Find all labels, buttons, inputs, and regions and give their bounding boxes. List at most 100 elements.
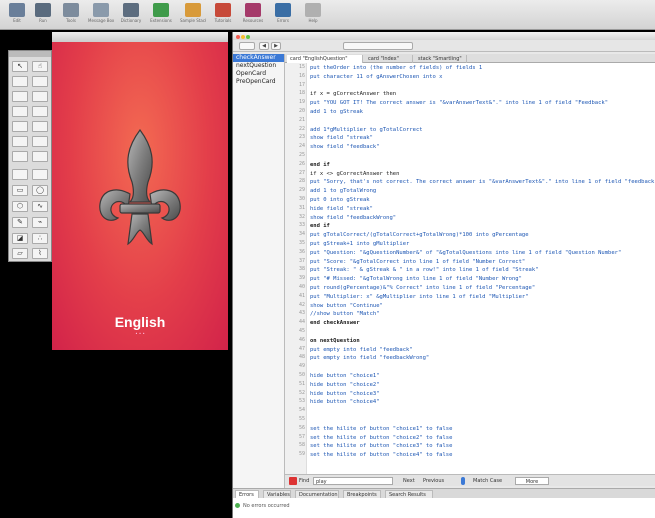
code-line[interactable]: add 1*gMultiplier to gTotalCorrect bbox=[310, 126, 423, 134]
code-line[interactable]: put empty into field "feedback" bbox=[310, 346, 413, 354]
checkbox-tool-icon[interactable] bbox=[32, 76, 48, 87]
code-area[interactable]: 15 16 17 18 19 20 21 22 23 24 25 26 27 28 29 30 31 32 33 34… bbox=[285, 63, 655, 474]
code-line[interactable]: on nextQuestion bbox=[310, 337, 360, 345]
code-line[interactable]: end if bbox=[310, 222, 330, 230]
code-line[interactable]: show field "feedback" bbox=[310, 143, 380, 151]
script-tab[interactable]: card "EnglishQuestion" bbox=[287, 55, 363, 63]
more-dropdown[interactable]: More bbox=[515, 477, 549, 485]
code-line[interactable]: put "YOU GOT IT! The correct answer is "… bbox=[310, 99, 608, 107]
handler-item[interactable]: PreOpenCard bbox=[233, 78, 284, 86]
code-line[interactable]: put gTotalCorrect/(gTotalCorrect+gTotalW… bbox=[310, 231, 529, 239]
code-line[interactable]: put round(gPercentage)&"% Correct" into … bbox=[310, 284, 535, 292]
minimize-window-icon[interactable] bbox=[241, 35, 245, 39]
graphic-tool-icon[interactable] bbox=[12, 169, 28, 180]
line-tool-icon[interactable] bbox=[32, 169, 48, 180]
code-line[interactable]: //show button "Match" bbox=[310, 310, 380, 318]
toolbar-button-message-box[interactable]: Message Box bbox=[88, 3, 114, 27]
run-tool-icon[interactable]: ☝ bbox=[32, 61, 48, 72]
field-tool-icon[interactable] bbox=[12, 91, 28, 102]
bottom-tab[interactable]: Documentation bbox=[295, 490, 339, 498]
code-line[interactable]: set the hilite of button "choice2" to fa… bbox=[310, 434, 452, 442]
match-case-checkbox[interactable]: Match Case bbox=[473, 477, 502, 485]
progress-tool-icon[interactable] bbox=[32, 136, 48, 147]
toolbar-button-tools[interactable]: Tools bbox=[58, 3, 84, 27]
handler-item[interactable]: nextQuestion bbox=[233, 62, 284, 70]
code-line[interactable]: set the hilite of button "choice1" to fa… bbox=[310, 425, 452, 433]
code-line[interactable]: put 0 into gStreak bbox=[310, 196, 370, 204]
code-line[interactable]: add 1 to gStreak bbox=[310, 108, 363, 116]
code-line[interactable]: put character 11 of gAnswerChosen into x bbox=[310, 73, 442, 81]
code-line[interactable]: put "Streak: " & gStreak & " in a row!" … bbox=[310, 266, 538, 274]
code-line[interactable]: end checkAnswer bbox=[310, 319, 360, 327]
handler-item[interactable]: checkAnswer bbox=[233, 54, 284, 62]
bottom-tab[interactable]: Breakpoints bbox=[343, 490, 381, 498]
bottom-tab[interactable]: Variables bbox=[263, 490, 291, 498]
language-label[interactable]: English bbox=[52, 314, 228, 330]
apply-button[interactable] bbox=[239, 42, 255, 50]
code-line[interactable]: put "Multiplier: x" &gMultiplier into li… bbox=[310, 293, 529, 301]
table-tool-icon[interactable] bbox=[12, 136, 28, 147]
polygon-tool-icon[interactable]: ⬡ bbox=[12, 201, 28, 212]
handler-dropdown[interactable] bbox=[343, 42, 413, 50]
curve-tool-icon[interactable]: ∿ bbox=[32, 201, 48, 212]
script-editor-titlebar[interactable] bbox=[233, 32, 655, 40]
code-line[interactable]: put "# Missed: "&gTotalWrong into line 1… bbox=[310, 275, 522, 283]
code-line[interactable]: hide button "choice2" bbox=[310, 381, 380, 389]
toolbar-button-tutorials[interactable]: Tutorials bbox=[210, 3, 236, 27]
toolbar-button-dictionary[interactable]: Dictionary bbox=[118, 3, 144, 27]
code-line[interactable]: put "Sorry, that's not correct. The corr… bbox=[310, 178, 655, 186]
english-card[interactable]: English • • • bbox=[52, 42, 228, 350]
forward-icon[interactable]: ▶ bbox=[271, 42, 281, 50]
edit-tool-icon[interactable]: ↖ bbox=[12, 61, 28, 72]
image-tool-icon[interactable] bbox=[12, 151, 28, 162]
bucket-tool-icon[interactable]: ◪ bbox=[12, 233, 28, 244]
code-line[interactable]: put "Question: "&gQuestionNumber&" of "&… bbox=[310, 249, 621, 257]
next-button[interactable]: Next bbox=[403, 477, 415, 485]
rectangle-tool-icon[interactable]: ▭ bbox=[12, 185, 28, 196]
code-line[interactable]: show field "streak" bbox=[310, 134, 373, 142]
script-tab[interactable]: card "Index" bbox=[365, 55, 413, 63]
code-line[interactable]: hide field "streak" bbox=[310, 205, 373, 213]
code-line[interactable]: hide button "choice1" bbox=[310, 372, 380, 380]
dropper-tool-icon[interactable]: ⌇ bbox=[32, 248, 48, 259]
player-tool-icon[interactable] bbox=[32, 151, 48, 162]
slider-tool-icon[interactable] bbox=[32, 121, 48, 132]
handler-item[interactable]: OpenCard bbox=[233, 70, 284, 78]
stack-window-titlebar[interactable] bbox=[52, 32, 228, 42]
previous-button[interactable]: Previous bbox=[423, 477, 444, 485]
code-line[interactable]: put empty into field "feedbackWrong" bbox=[310, 354, 429, 362]
code-line[interactable]: show field "feedbackWrong" bbox=[310, 214, 396, 222]
code-line[interactable]: if x = gCorrectAnswer then bbox=[310, 90, 396, 98]
oval-tool-icon[interactable]: ◯ bbox=[32, 185, 48, 196]
radio-tool-icon[interactable] bbox=[32, 91, 48, 102]
toolbar-button-resources[interactable]: Resources bbox=[240, 3, 266, 27]
bottom-tab[interactable]: Errors bbox=[235, 490, 259, 498]
code-line[interactable]: set the hilite of button "choice3" to fa… bbox=[310, 442, 452, 450]
bottom-tab[interactable]: Search Results bbox=[385, 490, 433, 498]
code-line[interactable]: hide button "choice4" bbox=[310, 398, 380, 406]
close-window-icon[interactable] bbox=[236, 35, 240, 39]
toolbar-button-edit[interactable]: Edit bbox=[4, 3, 30, 27]
script-tab[interactable]: stack "Smartling" bbox=[415, 55, 467, 63]
toolbar-button-sample-stacks[interactable]: Sample Stacks bbox=[180, 3, 206, 27]
tools-palette-titlebar[interactable] bbox=[9, 51, 51, 57]
code-line[interactable]: show button "Continue" bbox=[310, 302, 383, 310]
button-tool-icon[interactable] bbox=[12, 76, 28, 87]
scrollbar-tool-icon[interactable] bbox=[12, 121, 28, 132]
pencil-tool-icon[interactable]: ✎ bbox=[12, 217, 28, 228]
toolbar-button-help[interactable]: Help bbox=[300, 3, 326, 27]
back-icon[interactable]: ◀ bbox=[259, 42, 269, 50]
list-tool-icon[interactable] bbox=[32, 106, 48, 117]
code-line[interactable]: if x <> gCorrectAnswer then bbox=[310, 170, 399, 178]
code-line[interactable]: hide button "choice3" bbox=[310, 390, 380, 398]
code-line[interactable]: set the hilite of button "choice4" to fa… bbox=[310, 451, 452, 459]
code-line[interactable]: put "Score: "&gTotalCorrect into line 1 … bbox=[310, 258, 525, 266]
code-line[interactable]: add 1 to gTotalWrong bbox=[310, 187, 376, 195]
find-input[interactable]: play bbox=[313, 477, 393, 485]
menu-tool-icon[interactable] bbox=[12, 106, 28, 117]
code-line[interactable]: put theOrder into (the number of fields)… bbox=[310, 64, 482, 72]
spray-tool-icon[interactable]: ∴ bbox=[32, 233, 48, 244]
eraser-tool-icon[interactable]: ▱ bbox=[12, 248, 28, 259]
code-line[interactable]: end if bbox=[310, 161, 330, 169]
brush-tool-icon[interactable]: ⌁ bbox=[32, 217, 48, 228]
